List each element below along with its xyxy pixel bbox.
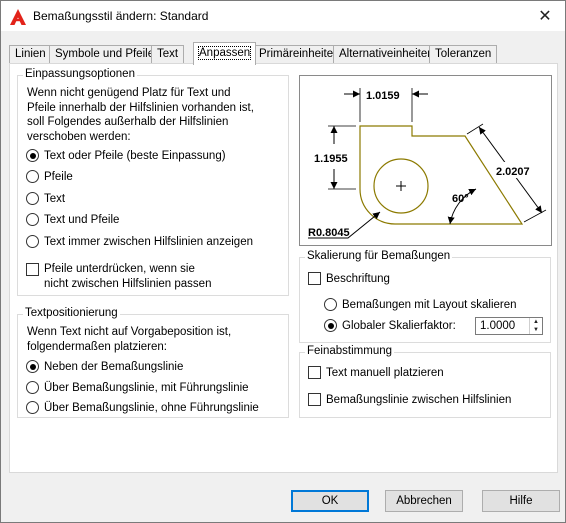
checkbox-suppress-arrows[interactable]: Pfeile unterdrücken, wenn sie nicht zwis… [26,263,211,291]
fine-tuning-legend: Feinabstimmung [305,345,395,357]
spin-up-icon[interactable]: ▲ [530,318,542,326]
radio-global-scale[interactable]: Globaler Skalierfaktor: [324,319,456,332]
autocad-logo-icon [10,9,26,25]
radio-indicator[interactable] [26,381,39,394]
radio-indicator[interactable] [324,319,337,332]
cancel-button[interactable]: Abbrechen [385,490,463,512]
radio-indicator[interactable] [26,213,39,226]
radio-beside-dim-line[interactable]: Neben der Bemaßungslinie [26,360,183,373]
angle-label: 60° [452,193,469,205]
dimension-preview: 1.0159 1.1955 2.0207 60° R0.8045 [299,75,552,246]
ok-button[interactable]: OK [291,490,369,512]
tab-text[interactable]: Text [151,45,185,64]
tab-alternativeinheiten[interactable]: Alternativeinheiten [333,45,440,64]
radio-text-always-inside[interactable]: Text immer zwischen Hilfslinien anzeigen [26,235,253,248]
tab-panel-anpassen: Einpassungsoptionen Wenn nicht genügend … [9,63,558,473]
tab-linien[interactable]: Linien [9,45,52,64]
dim-top-label: 1.0159 [366,90,400,102]
radio-text-and-arrows[interactable]: Text und Pfeile [26,213,119,226]
tab-primaereinheiten[interactable]: Primäreinheiten [253,45,346,64]
radio-over-with-leader[interactable]: Über Bemaßungslinie, mit Führungslinie [26,381,249,394]
scale-group: Skalierung für Bemaßungen Beschriftung B… [299,250,551,343]
window-title: Bemaßungsstil ändern: Standard [33,9,209,23]
close-icon: ✕ [538,8,552,25]
radio-indicator[interactable] [26,235,39,248]
radio-indicator[interactable] [26,149,39,162]
radio-indicator[interactable] [324,298,337,311]
fit-options-legend: Einpassungsoptionen [23,68,137,80]
text-placement-group: Textpositionierung Wenn Text nicht auf V… [17,307,289,418]
scale-spinner[interactable]: ▲ ▼ [529,318,542,334]
scale-factor-input[interactable]: 1.0000 ▲ ▼ [475,317,543,335]
checkbox-annotative[interactable]: Beschriftung [308,272,390,285]
checkbox-place-text-manually[interactable]: Text manuell platzieren [308,366,444,379]
text-placement-description: Wenn Text nicht auf Vorgabeposition ist,… [27,326,232,353]
scale-legend: Skalierung für Bemaßungen [305,250,453,262]
preview-drawing: 1.0159 1.1955 2.0207 60° R0.8045 [308,88,547,239]
tab-symbole-und-pfeile[interactable]: Symbole und Pfeile [49,45,161,64]
checkbox-box[interactable] [308,393,321,406]
help-button[interactable]: Hilfe [482,490,560,512]
checkbox-draw-dim-line-between[interactable]: Bemaßungslinie zwischen Hilfslinien [308,393,511,406]
tab-toleranzen[interactable]: Toleranzen [429,45,498,64]
radio-indicator[interactable] [26,170,39,183]
dialog-window: Bemaßungsstil ändern: Standard ✕ Linien … [0,0,566,523]
fit-options-group: Einpassungsoptionen Wenn nicht genügend … [17,68,289,296]
fit-options-description: Wenn nicht genügend Platz für Text und P… [27,87,254,143]
radio-arrows[interactable]: Pfeile [26,170,73,183]
radio-indicator[interactable] [26,401,39,414]
checkbox-box[interactable] [26,263,39,276]
radio-scale-to-layout[interactable]: Bemaßungen mit Layout skalieren [324,298,517,311]
dim-left-label: 1.1955 [314,153,348,165]
radio-indicator[interactable] [26,192,39,205]
radio-text[interactable]: Text [26,192,65,205]
checkbox-box[interactable] [308,272,321,285]
checkbox-box[interactable] [308,366,321,379]
tab-anpassen[interactable]: Anpassen [193,42,257,65]
fine-tuning-group: Feinabstimmung Text manuell platzieren B… [299,345,551,418]
spin-down-icon[interactable]: ▼ [530,326,542,334]
title-bar: Bemaßungsstil ändern: Standard ✕ [1,1,565,31]
text-placement-legend: Textpositionierung [23,307,120,319]
dim-right-label: 2.0207 [496,166,530,178]
radio-indicator[interactable] [26,360,39,373]
radius-label: R0.8045 [308,227,350,239]
close-button[interactable]: ✕ [525,1,565,31]
radio-best-fit[interactable]: Text oder Pfeile (beste Einpassung) [26,149,226,162]
radio-over-without-leader[interactable]: Über Bemaßungslinie, ohne Führungslinie [26,401,259,414]
